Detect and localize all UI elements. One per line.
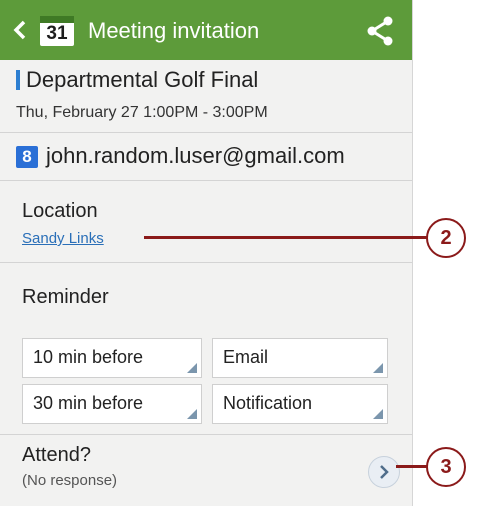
location-link[interactable]: Sandy Links: [22, 230, 104, 247]
app-bar: 31 Meeting invitation: [0, 0, 412, 60]
event-title: Departmental Golf Final: [16, 66, 258, 94]
callout-line: [396, 465, 428, 468]
account-email: john.random.luser@gmail.com: [46, 143, 345, 168]
share-icon[interactable]: [366, 16, 394, 46]
reminder-label: Reminder: [22, 286, 109, 308]
callout-line: [144, 236, 428, 239]
divider: [0, 132, 412, 133]
divider: [0, 434, 412, 435]
divider: [0, 262, 412, 263]
calendar-day-number: 31: [46, 23, 68, 44]
divider: [0, 180, 412, 181]
attend-label: Attend?: [22, 444, 91, 466]
page-title: Meeting invitation: [88, 18, 260, 43]
attend-expand-button[interactable]: [368, 456, 400, 488]
callout-badge: 3: [426, 447, 466, 487]
dropdown-corner-icon: [373, 363, 383, 373]
phone-screen: 31 Meeting invitation Departmental Golf …: [0, 0, 413, 506]
reminder-method-value: Email: [223, 347, 269, 367]
reminder-method-dropdown[interactable]: Notification: [212, 384, 388, 424]
reminder-method-value: Notification: [223, 393, 313, 413]
callout-badge: 2: [426, 218, 466, 258]
event-time: Thu, February 27 1:00PM - 3:00PM: [16, 104, 268, 121]
reminder-time-dropdown[interactable]: 10 min before: [22, 338, 202, 378]
reminder-time-value: 30 min before: [33, 393, 144, 413]
calendar-icon[interactable]: 31: [40, 16, 74, 46]
dropdown-corner-icon: [373, 409, 383, 419]
reminder-time-dropdown[interactable]: 30 min before: [22, 384, 202, 424]
reminder-time-value: 10 min before: [33, 347, 144, 367]
back-arrow-icon[interactable]: [12, 20, 28, 40]
calendar-icon-header: [40, 16, 74, 23]
chevron-right-icon: [380, 465, 389, 479]
attend-status: (No response): [22, 472, 118, 489]
google-plus-icon: 8: [16, 146, 38, 168]
dropdown-corner-icon: [187, 409, 197, 419]
location-label: Location: [22, 200, 98, 222]
dropdown-corner-icon: [187, 363, 197, 373]
reminder-method-dropdown[interactable]: Email: [212, 338, 388, 378]
